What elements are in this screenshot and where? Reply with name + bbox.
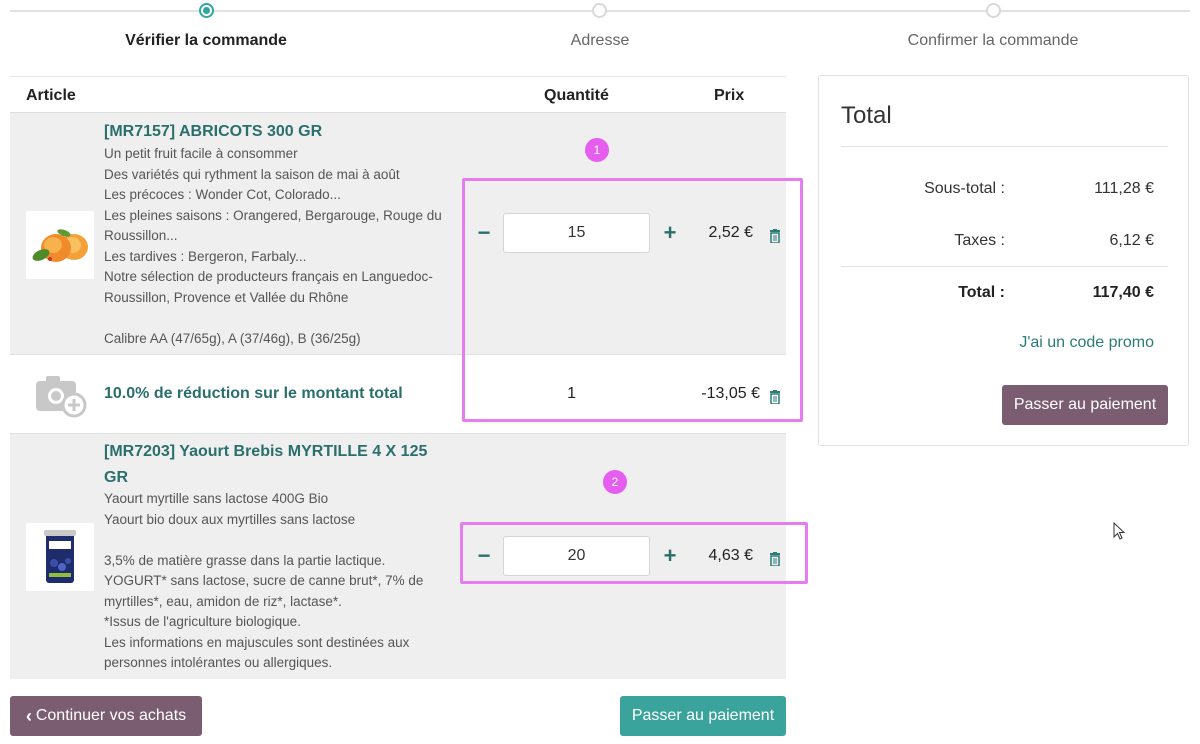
order-summary-panel: Total Sous-total : 111,28 € Taxes : 6,12… — [818, 75, 1189, 446]
proceed-payment-button-side[interactable]: Passer au paiement — [1002, 385, 1168, 425]
summary-divider-bottom — [841, 266, 1168, 267]
product-title-apricots[interactable]: [MR7157] ABRICOTS 300 GR — [104, 119, 322, 145]
yogurt-image[interactable] — [26, 523, 94, 591]
product-description-yogurt: Yaourt myrtille sans lactose 400G Bio Ya… — [104, 491, 424, 670]
summary-title: Total — [841, 102, 892, 129]
continue-shopping-label: Continuer vos achats — [35, 707, 187, 724]
taxes-value: 6,12 € — [1109, 232, 1154, 249]
header-quantity: Quantité — [544, 87, 609, 104]
discount-title: 10.0% de réduction sur le montant total — [104, 385, 403, 402]
camera-placeholder-icon — [26, 361, 94, 429]
step-label-address[interactable]: Adresse — [571, 32, 630, 50]
header-price: Prix — [714, 87, 745, 104]
step-dot-address — [592, 3, 607, 18]
subtotal-value: 111,28 € — [1094, 180, 1154, 197]
annotation-highlight-1 — [462, 178, 803, 422]
step-dot-confirm — [986, 3, 1001, 18]
subtotal-label: Sous-total : — [924, 180, 1005, 197]
annotation-highlight-2 — [460, 522, 808, 584]
summary-divider-top — [841, 146, 1168, 147]
proceed-payment-button-bottom[interactable]: Passer au paiement — [620, 696, 786, 736]
total-label: Total : — [958, 284, 1005, 301]
taxes-label: Taxes : — [954, 232, 1005, 249]
total-value: 117,40 € — [1092, 284, 1154, 301]
product-title-yogurt[interactable]: [MR7203] Yaourt Brebis MYRTILLE 4 X 125 … — [104, 439, 427, 491]
product-description-apricots: Un petit fruit facile à consommer Des va… — [104, 146, 442, 346]
apricot-image[interactable] — [26, 211, 94, 279]
header-article: Article — [26, 87, 76, 104]
cart-header: Article Quantité Prix — [10, 76, 786, 113]
step-label-confirm[interactable]: Confirmer la commande — [908, 32, 1079, 50]
promo-code-link[interactable]: J'ai un code promo — [1019, 334, 1154, 352]
annotation-badge-1: 1 — [585, 138, 609, 162]
mouse-cursor-icon — [1113, 522, 1126, 540]
step-dot-review — [199, 3, 214, 18]
annotation-badge-2: 2 — [603, 470, 627, 494]
continue-shopping-button[interactable]: ‹ Continuer vos achats — [10, 696, 202, 736]
chevron-left-icon: ‹ — [25, 705, 32, 726]
step-label-review[interactable]: Vérifier la commande — [125, 32, 287, 50]
